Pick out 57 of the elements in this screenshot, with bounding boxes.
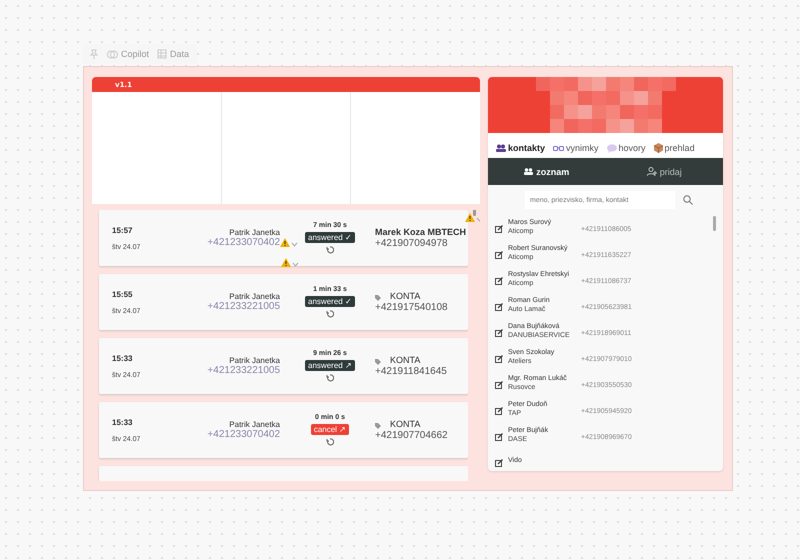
edit-icon[interactable] <box>495 302 503 310</box>
scrollbar-thumb[interactable] <box>713 216 716 231</box>
speech-bubble-icon <box>606 144 617 152</box>
edit-icon[interactable] <box>495 432 503 440</box>
scrollbar-thumb[interactable] <box>472 210 476 216</box>
tab[interactable]: vynimky <box>553 143 599 153</box>
edit-icon[interactable] <box>495 406 503 414</box>
edit-icon[interactable] <box>495 354 503 362</box>
warning-icon <box>465 213 476 222</box>
warning-icon <box>280 238 290 247</box>
status-badge: answered ✓ <box>305 296 355 307</box>
person-add-icon <box>646 167 657 176</box>
status-badge: answered ↗ <box>305 360 355 371</box>
tab[interactable]: hovory <box>606 143 646 153</box>
tag-icon <box>375 423 381 429</box>
tag-icon <box>375 359 381 365</box>
box-icon <box>654 143 663 153</box>
caller-name: Patrik Janetka <box>229 356 280 365</box>
edit-icon[interactable] <box>495 328 503 336</box>
caller-name: Patrik Janetka <box>229 292 280 301</box>
callee-name: KONTA <box>390 420 420 429</box>
tab[interactable]: prehlad <box>654 143 695 153</box>
callee-number[interactable]: +421907094978 <box>375 238 466 249</box>
tab[interactable]: zoznam <box>488 158 606 185</box>
tab[interactable]: kontakty <box>496 143 546 153</box>
refresh-icon <box>326 374 334 382</box>
table-icon <box>157 49 168 59</box>
caller-name: Patrik Janetka <box>229 420 280 429</box>
warning-icon <box>281 258 291 267</box>
call-time: 15:33 <box>112 354 134 362</box>
tag-icon <box>375 295 381 301</box>
edit-icon[interactable] <box>495 224 503 232</box>
edit-icon[interactable] <box>495 250 503 258</box>
refresh-icon <box>326 438 334 446</box>
people-icon <box>496 144 506 152</box>
callee-name: KONTA <box>390 356 420 365</box>
edit-icon[interactable] <box>495 458 503 466</box>
copilot-icon <box>107 48 118 60</box>
refresh-icon <box>326 310 334 318</box>
status-badge: answered ✓ <box>305 232 355 243</box>
callee-number[interactable]: +421917540108 <box>375 302 448 313</box>
status-badge: cancel ↗ <box>310 424 350 435</box>
tab[interactable]: pridaj <box>606 158 723 185</box>
people-icon <box>524 168 534 175</box>
refresh-icon <box>326 246 334 254</box>
call-time: 15:57 <box>112 226 134 234</box>
call-time: 15:33 <box>112 418 134 426</box>
callee-number[interactable]: +421907704662 <box>375 430 448 441</box>
call-time: 15:55 <box>112 290 134 298</box>
callee-name: Marek Koza MBTECH <box>375 227 466 237</box>
caller-name: Patrik Janetka <box>229 228 280 237</box>
callee-number[interactable]: +421911841645 <box>375 366 447 377</box>
edit-icon[interactable] <box>495 276 503 284</box>
callee-name: KONTA <box>390 292 420 301</box>
search-icon[interactable] <box>683 195 693 205</box>
glasses-icon <box>553 144 564 152</box>
edit-icon[interactable] <box>495 380 503 388</box>
